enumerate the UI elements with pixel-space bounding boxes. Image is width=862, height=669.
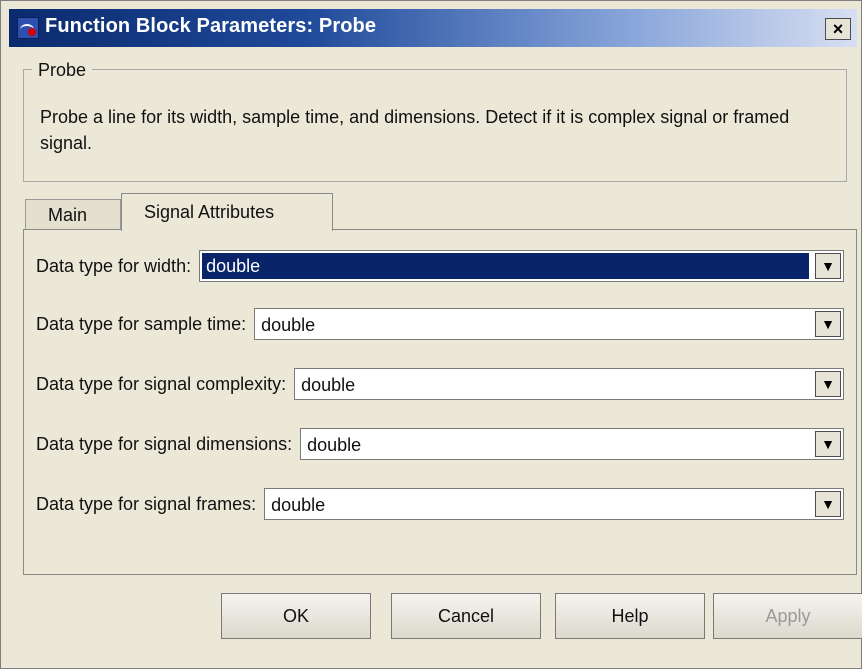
signal-attributes-panel: Data type for width: double ▼ Data type …	[23, 229, 857, 575]
chevron-down-icon[interactable]: ▼	[815, 371, 841, 397]
help-button-label: Help	[611, 605, 649, 626]
apply-button[interactable]: Apply	[713, 593, 862, 639]
sample-time-data-type-value[interactable]: double	[261, 313, 809, 337]
field-sample-time-label: Data type for sample time:	[36, 313, 247, 334]
tab-signal-attributes-label: Signal Attributes	[144, 202, 275, 222]
field-signal-complexity-label: Data type for signal complexity:	[36, 373, 287, 394]
simulink-block-icon	[17, 17, 39, 39]
close-glyph: ×	[832, 19, 844, 39]
chevron-down-icon[interactable]: ▼	[815, 253, 841, 279]
tab-signal-attributes[interactable]: Signal Attributes	[121, 193, 333, 231]
dropdown-arrow-glyph: ▼	[821, 316, 835, 332]
field-sample-time-row: Data type for sample time: double ▼	[36, 308, 844, 340]
signal-frames-data-type-value[interactable]: double	[271, 493, 809, 517]
field-signal-dimensions-label: Data type for signal dimensions:	[36, 433, 293, 454]
dropdown-arrow-glyph: ▼	[821, 496, 835, 512]
width-data-type-dropdown[interactable]: double ▼	[199, 250, 844, 282]
title-bar[interactable]: Function Block Parameters: Probe ×	[9, 9, 857, 47]
parameter-tabs: Main Signal Attributes	[23, 191, 847, 231]
probe-group: Probe Probe a line for its width, sample…	[23, 59, 847, 182]
signal-complexity-data-type-dropdown[interactable]: double ▼	[294, 368, 844, 400]
field-width-label: Data type for width:	[36, 255, 192, 276]
width-data-type-value[interactable]: double	[202, 253, 809, 279]
cancel-button[interactable]: Cancel	[391, 593, 541, 639]
probe-group-title: Probe	[32, 59, 93, 81]
field-signal-complexity-row: Data type for signal complexity: double …	[36, 368, 844, 400]
signal-frames-data-type-dropdown[interactable]: double ▼	[264, 488, 844, 520]
signal-dimensions-data-type-value[interactable]: double	[307, 433, 809, 457]
ok-button-label: OK	[282, 605, 309, 626]
field-width-row: Data type for width: double ▼	[36, 250, 844, 282]
apply-button-label: Apply	[765, 605, 811, 626]
close-icon[interactable]: ×	[825, 18, 851, 40]
dialog-title: Function Block Parameters: Probe	[45, 15, 377, 37]
field-signal-frames-label: Data type for signal frames:	[36, 493, 257, 514]
chevron-down-icon[interactable]: ▼	[815, 431, 841, 457]
dropdown-arrow-glyph: ▼	[821, 258, 835, 274]
tab-main-label: Main	[48, 205, 88, 225]
tab-main[interactable]: Main	[25, 199, 121, 231]
probe-description: Probe a line for its width, sample time,…	[40, 107, 790, 153]
dropdown-arrow-glyph: ▼	[821, 436, 835, 452]
help-button[interactable]: Help	[555, 593, 705, 639]
red-dot-icon-mark	[28, 28, 36, 36]
chevron-down-icon[interactable]: ▼	[815, 311, 841, 337]
dropdown-arrow-glyph: ▼	[821, 376, 835, 392]
field-signal-dimensions-row: Data type for signal dimensions: double …	[36, 428, 844, 460]
ok-button[interactable]: OK	[221, 593, 371, 639]
function-block-parameters-dialog: Function Block Parameters: Probe × Probe…	[0, 0, 862, 669]
field-signal-frames-row: Data type for signal frames: double ▼	[36, 488, 844, 520]
dialog-buttons: OK Cancel Help Apply	[9, 593, 862, 643]
signal-complexity-data-type-value[interactable]: double	[301, 373, 809, 397]
cancel-button-label: Cancel	[437, 605, 495, 626]
dialog-content: Probe Probe a line for its width, sample…	[9, 47, 862, 662]
sample-time-data-type-dropdown[interactable]: double ▼	[254, 308, 844, 340]
signal-dimensions-data-type-dropdown[interactable]: double ▼	[300, 428, 844, 460]
chevron-down-icon[interactable]: ▼	[815, 491, 841, 517]
